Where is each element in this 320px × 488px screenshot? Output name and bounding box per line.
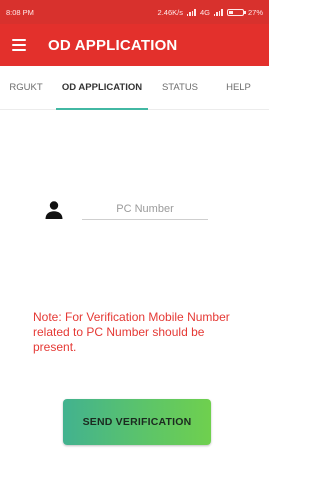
tab-rgukt[interactable]: RGUKT xyxy=(0,66,52,110)
page-title: OD APPLICATION xyxy=(48,36,178,54)
tab-od-application[interactable]: OD APPLICATION xyxy=(52,66,152,110)
signal-icon-2 xyxy=(213,8,223,16)
hamburger-menu-icon[interactable] xyxy=(12,39,26,51)
signal-icon xyxy=(186,8,196,16)
status-bar: 8:08 PM 2.46K/s 4G 27% xyxy=(0,0,269,24)
send-verification-button[interactable]: SEND VERIFICATION xyxy=(63,399,211,445)
status-indicators: 2.46K/s 4G 27% xyxy=(158,8,263,17)
battery-level: 27% xyxy=(247,7,263,17)
person-icon xyxy=(45,201,63,219)
battery-icon xyxy=(226,8,246,16)
pc-number-row xyxy=(44,198,214,222)
od-application-screen: 8:08 PM 2.46K/s 4G 27% OD APPLICATION RG… xyxy=(0,0,269,488)
network-speed: 2.46K/s xyxy=(157,7,183,17)
tab-bar: RGUKT OD APPLICATION STATUS HELP xyxy=(0,66,269,110)
verification-note: Note: For Verification Mobile Number rel… xyxy=(33,310,230,354)
status-time: 8:08 PM xyxy=(6,7,34,17)
pc-number-input[interactable] xyxy=(82,198,208,220)
tab-status[interactable]: STATUS xyxy=(152,66,208,110)
app-toolbar: OD APPLICATION xyxy=(0,24,269,66)
network-type: 4G xyxy=(199,7,210,17)
tab-help[interactable]: HELP xyxy=(208,66,269,110)
